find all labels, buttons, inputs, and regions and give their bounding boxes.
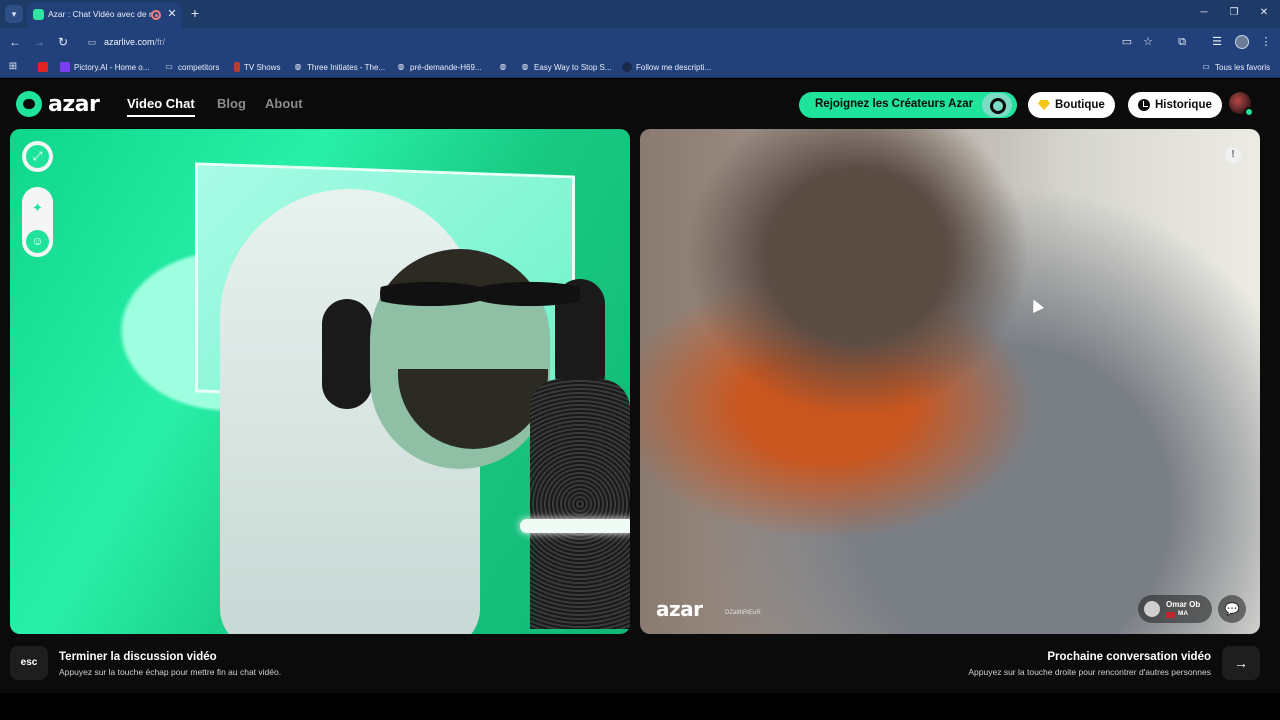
- logo-text: azar: [48, 91, 100, 117]
- expand-tool: ⤢: [22, 141, 53, 172]
- nav-active-underline: [127, 115, 195, 117]
- bookmark-pictory[interactable]: Pictory.AI - Home o...: [60, 60, 149, 74]
- clock-icon: [1138, 99, 1150, 111]
- history-button[interactable]: Historique: [1128, 92, 1222, 118]
- bookmark-follow-me[interactable]: Follow me descripti...: [622, 60, 711, 74]
- face-filter-icon[interactable]: ☺: [26, 230, 49, 253]
- pictory-icon: [60, 62, 70, 72]
- azar-watermark: azar: [656, 597, 703, 621]
- history-label: Historique: [1155, 99, 1212, 111]
- site-info-icon[interactable]: ▭: [86, 36, 98, 48]
- shop-label: Boutique: [1055, 99, 1105, 111]
- azar-logo-icon: [16, 91, 42, 117]
- bookmark-competitors[interactable]: ▭ competitors: [164, 60, 219, 74]
- nav-about[interactable]: About: [265, 96, 303, 111]
- profile-avatar-icon[interactable]: [1235, 35, 1249, 49]
- join-creators-label: Rejoignez les Créateurs Azar: [815, 98, 974, 110]
- forward-icon[interactable]: →: [31, 34, 47, 50]
- url-field[interactable]: ▭ azarlive.com/fr/: [80, 31, 1170, 53]
- bookmark-three-initiates[interactable]: ◍ Three Initiates - The...: [293, 60, 386, 74]
- chat-bubble-icon[interactable]: 💬: [1218, 595, 1246, 623]
- youtube-icon: [38, 62, 48, 72]
- tab-title: Azar : Chat Vidéo avec de n: [48, 9, 152, 19]
- next-arrow-button[interactable]: →: [1222, 646, 1260, 680]
- esc-key-button[interactable]: esc: [10, 646, 48, 680]
- restore-icon[interactable]: ❐: [1226, 5, 1242, 21]
- extensions-icon[interactable]: ⧉: [1174, 34, 1190, 50]
- watermark-id: DZa8hRtEuR: [725, 610, 761, 616]
- reading-list-icon[interactable]: ☰: [1209, 34, 1225, 50]
- bottom-strip: [0, 693, 1280, 720]
- online-status-icon: [1244, 107, 1254, 117]
- end-chat-subtitle: Appuyez sur la touche échap pour mettre …: [59, 667, 282, 677]
- bookmark-tv-shows[interactable]: TV Shows: [234, 60, 280, 74]
- folder-icon: ▭: [165, 62, 173, 71]
- country-flag-icon: [1166, 612, 1175, 618]
- globe-icon: ◍: [397, 62, 405, 71]
- browser-tab-bar: ▾ Azar : Chat Vidéo avec de n ✕ + ─ ❐ ✕: [0, 0, 1280, 28]
- nav-blog[interactable]: Blog: [217, 96, 246, 111]
- back-icon[interactable]: ←: [7, 34, 23, 50]
- sparkle-icon[interactable]: ✦: [26, 196, 49, 219]
- more-menu-icon[interactable]: ⋮: [1258, 34, 1274, 50]
- bookmark-icon: [234, 62, 240, 72]
- tab-close-icon[interactable]: ✕: [166, 7, 178, 21]
- report-icon[interactable]: !: [1225, 147, 1241, 163]
- remote-user-country: MA: [1178, 610, 1189, 617]
- star-icon[interactable]: ☆: [1140, 34, 1156, 50]
- shop-button[interactable]: Boutique: [1028, 92, 1115, 118]
- azar-app: azar Video Chat Blog About Rejoignez les…: [0, 79, 1280, 693]
- globe-icon: ◍: [499, 62, 507, 71]
- expand-icon[interactable]: ⤢: [26, 145, 49, 168]
- url-host: azarlive.com: [104, 37, 155, 47]
- globe-icon: ◍: [521, 62, 529, 71]
- remote-user-chip[interactable]: Omar Ob MA: [1138, 595, 1212, 623]
- recording-icon: [151, 10, 161, 20]
- remote-user-name: Omar Ob: [1166, 600, 1201, 609]
- browser-tab[interactable]: Azar : Chat Vidéo avec de n ✕: [27, 2, 182, 28]
- bookmarks-bar: ⊞ Pictory.AI - Home o... ▭ competitors TV…: [0, 56, 1280, 78]
- bookmark-youtube[interactable]: [38, 60, 48, 74]
- bookmark-easy-way[interactable]: ◍: [498, 60, 508, 74]
- apps-icon[interactable]: ⊞: [8, 60, 18, 74]
- bookmark-easy-way-label[interactable]: ◍ Easy Way to Stop S...: [520, 60, 612, 74]
- folder-icon: ▭: [1202, 62, 1210, 71]
- bookmark-pre-demande[interactable]: ◍ pré-demande-H69...: [396, 60, 482, 74]
- close-window-icon[interactable]: ✕: [1256, 5, 1272, 21]
- gem-icon: [1038, 100, 1050, 110]
- local-video: ⤢ ✦ ☺: [10, 129, 630, 634]
- azar-logo[interactable]: azar: [16, 91, 100, 117]
- top-navigation: azar Video Chat Blog About Rejoignez les…: [0, 79, 1280, 129]
- site-icon: [622, 62, 632, 72]
- remote-user-avatar: [1144, 601, 1160, 617]
- cast-icon[interactable]: ▭: [1119, 34, 1135, 50]
- creator-badge-icon: [982, 93, 1012, 117]
- reload-icon[interactable]: ↻: [55, 34, 71, 50]
- next-chat-subtitle: Appuyez sur la touche droite pour rencon…: [968, 667, 1211, 677]
- url-path: /fr/: [154, 37, 166, 47]
- globe-icon: ◍: [294, 62, 302, 71]
- tab-search-icon[interactable]: ▾: [5, 5, 23, 23]
- minimize-icon[interactable]: ─: [1196, 5, 1212, 21]
- mouse-cursor-icon: [1028, 297, 1044, 313]
- nav-video-chat[interactable]: Video Chat: [127, 96, 195, 111]
- next-chat-title: Prochaine conversation vidéo: [1047, 651, 1211, 663]
- azar-favicon-icon: [33, 9, 44, 20]
- remote-video: ! azar DZa8hRtEuR Omar Ob MA 💬: [640, 129, 1260, 634]
- new-tab-button[interactable]: +: [188, 5, 202, 21]
- join-creators-button[interactable]: Rejoignez les Créateurs Azar: [799, 92, 1017, 118]
- address-bar-row: ← → ↻ ▭ azarlive.com/fr/ ▭ ☆ ⧉ ☰ ⋮: [0, 28, 1280, 56]
- bookmark-all-favorites[interactable]: ▭ Tous les favoris: [1201, 60, 1270, 74]
- effects-toolbar: ✦ ☺: [22, 187, 53, 257]
- end-chat-title: Terminer la discussion vidéo: [59, 651, 217, 663]
